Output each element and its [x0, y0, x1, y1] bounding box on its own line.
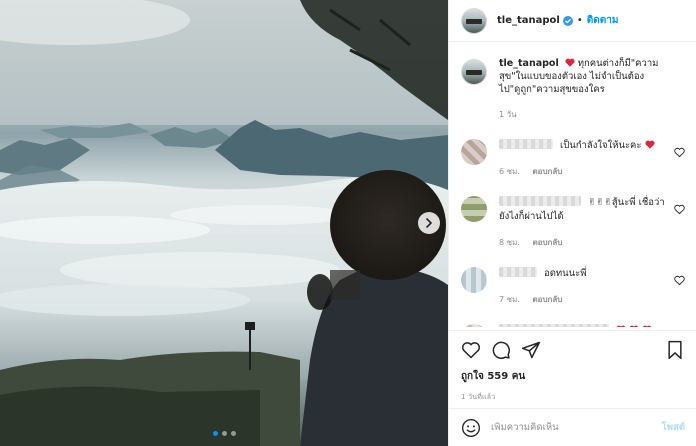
heart-emoji-icon — [565, 58, 575, 67]
heart-emoji-icon — [644, 140, 655, 149]
emoji-icon[interactable] — [461, 418, 481, 438]
heart-emoji-icon — [616, 325, 626, 327]
comment-icon[interactable] — [491, 340, 511, 360]
comment-time: 8 ชม. — [499, 238, 520, 247]
comment-time: 6 ชม. — [499, 167, 520, 176]
heart-emoji-icon — [642, 325, 652, 327]
like-comment-heart-icon[interactable] — [674, 147, 685, 158]
commenter-username-blurred[interactable] — [499, 324, 609, 327]
author-avatar[interactable] — [461, 7, 487, 34]
share-icon[interactable] — [521, 340, 541, 360]
comment-time: 7 ชม. — [499, 295, 520, 304]
next-slide-button[interactable] — [418, 212, 440, 234]
post-comment-button[interactable]: โพสต์ — [662, 420, 685, 435]
caption-username[interactable]: tle_tanapol — [499, 58, 559, 69]
comments-list[interactable]: tle_tanapol ทุกคนต่างก็มี"ความสุข"ในแบบข… — [449, 43, 696, 327]
save-icon[interactable] — [665, 340, 685, 360]
like-comment-heart-icon[interactable] — [674, 275, 685, 286]
comment-item: เป็นกำลังใจให้นะคะ 6 ชม. ตอบกลับ — [461, 139, 685, 178]
commenter-avatar[interactable] — [461, 324, 487, 327]
reply-button[interactable]: ตอบกลับ — [532, 238, 562, 247]
commenter-avatar[interactable] — [461, 267, 487, 293]
comment-text: อดทนนะพี่ — [544, 268, 587, 279]
comment-input[interactable] — [491, 422, 662, 433]
post-timestamp: 1 วันที่แล้ว — [461, 393, 496, 401]
commenter-avatar[interactable] — [461, 139, 487, 165]
likes-count[interactable]: ถูกใจ 559 คน — [461, 369, 685, 384]
like-comment-heart-icon[interactable] — [674, 204, 685, 215]
photo-scene — [0, 0, 448, 446]
add-comment-bar: โพสต์ — [449, 408, 696, 446]
heart-emoji-icon — [629, 325, 639, 327]
carousel-dot — [230, 431, 236, 436]
author-username[interactable]: tle_tanapol — [497, 15, 560, 26]
commenter-username-blurred[interactable] — [499, 196, 581, 206]
heart-icon[interactable] — [461, 340, 481, 360]
comment-text: เป็นกำลังใจให้นะคะ — [560, 140, 642, 151]
commenter-avatar[interactable] — [461, 196, 487, 222]
reply-button[interactable]: ตอบกลับ — [532, 167, 562, 176]
author-avatar[interactable] — [461, 59, 487, 85]
carousel-dots — [0, 431, 448, 436]
carousel-dot — [212, 431, 218, 436]
carousel-dot — [221, 431, 227, 436]
reply-button[interactable]: ตอบกลับ — [532, 295, 562, 304]
verified-icon — [562, 15, 573, 26]
comment-item: ✌✌✌สู้นะพี่ เชื่อว่ายังไงก็ผ่านไปได้ 8 ช… — [461, 196, 685, 249]
commenter-username-blurred[interactable] — [499, 139, 553, 149]
comment-item — [461, 324, 685, 327]
post-actions: ถูกใจ 559 คน 1 วันที่แล้ว — [449, 330, 696, 403]
post-photo[interactable] — [0, 0, 448, 446]
header-separator: • — [576, 15, 583, 26]
post-header: tle_tanapol • ติดตาม — [449, 0, 696, 42]
commenter-username-blurred[interactable] — [499, 267, 537, 277]
post-caption: tle_tanapol ทุกคนต่างก็มี"ความสุข"ในแบบข… — [461, 43, 685, 121]
chevron-right-icon — [426, 218, 433, 228]
post-side-panel: tle_tanapol • ติดตาม tle_tanapol ทุกคนต่… — [448, 0, 696, 446]
follow-button[interactable]: ติดตาม — [587, 13, 619, 28]
caption-time: 1 วัน — [499, 110, 517, 119]
comment-item: อดทนนะพี่ 7 ชม. ตอบกลับ — [461, 267, 685, 306]
